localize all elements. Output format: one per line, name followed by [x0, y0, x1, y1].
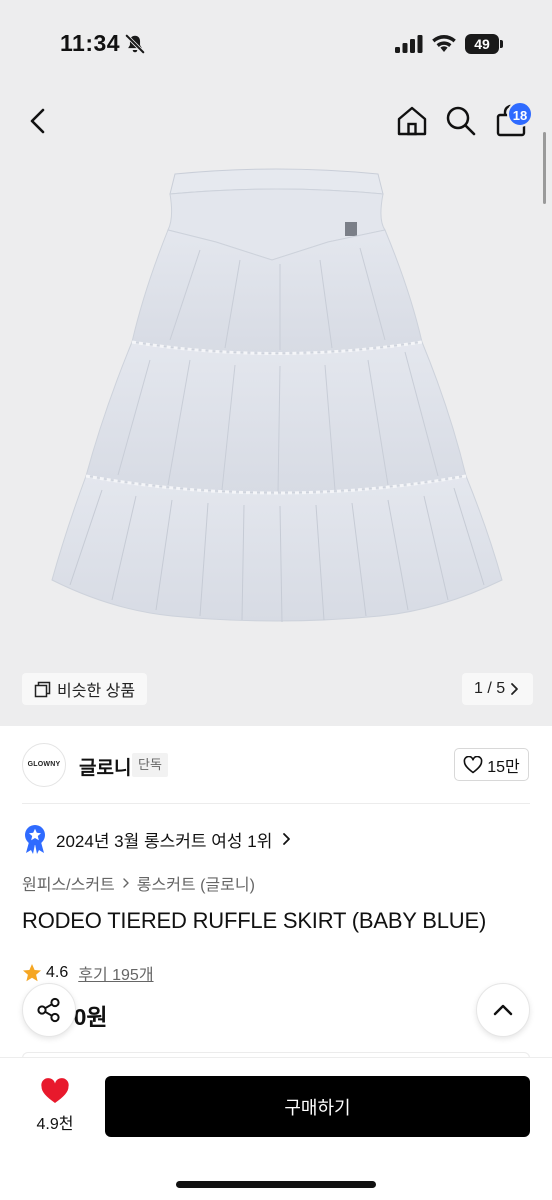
similar-products-button[interactable]: 비슷한 상품	[22, 673, 148, 705]
home-indicator	[176, 1181, 376, 1188]
bell-slash-icon	[125, 34, 145, 54]
similar-products-label: 비슷한 상품	[57, 683, 136, 700]
rating-row: 4.6 후기 195개	[22, 961, 154, 985]
cellular-signal-icon	[395, 35, 423, 53]
battery-level: 49	[465, 34, 499, 54]
wishlist-button[interactable]: 4.9천	[25, 1078, 85, 1138]
chevron-right-icon	[123, 878, 129, 888]
product-title: RODEO TIERED RUFFLE SKIRT (BABY BLUE)	[22, 908, 487, 933]
page-indicator-text: 1 / 5	[474, 680, 506, 697]
brand-like-count: 15만	[487, 758, 520, 776]
reviews-link[interactable]: 후기 195개	[78, 961, 153, 985]
chevron-right-icon	[511, 683, 519, 695]
ranking-text: 2024년 3월 롱스커트 여성 1위	[56, 831, 273, 851]
scroll-to-top-button[interactable]	[476, 983, 530, 1037]
wishlist-count: 4.9천	[36, 1116, 74, 1133]
battery-icon: 49	[465, 34, 503, 54]
brand-like-button[interactable]: 15만	[454, 748, 529, 781]
battery-tip	[500, 40, 503, 48]
share-button[interactable]	[22, 983, 76, 1037]
chevron-up-icon	[493, 1004, 513, 1016]
breadcrumb: 원피스/스커트 롱스커트 (글로니)	[22, 871, 255, 895]
divider	[22, 803, 530, 804]
breadcrumb-subcategory[interactable]: 롱스커트 (글로니)	[137, 871, 255, 895]
search-icon[interactable]	[444, 104, 478, 138]
status-time: 11:34	[60, 30, 121, 56]
cart-count-badge: 18	[507, 101, 533, 127]
wifi-icon	[432, 35, 456, 52]
skirt-photo[interactable]	[40, 160, 512, 630]
rating-value: 4.6	[46, 964, 69, 981]
ranking-link[interactable]: 2024년 3월 롱스커트 여성 1위	[22, 824, 292, 854]
ranking-medal-icon	[25, 825, 45, 854]
copy-icon	[34, 681, 51, 697]
chevron-right-icon	[283, 833, 291, 845]
heart-outline-icon	[463, 755, 483, 773]
scroll-indicator	[543, 132, 546, 204]
back-chevron-icon[interactable]	[24, 104, 54, 138]
brand-name[interactable]: 글로니	[79, 753, 131, 780]
exclusive-badge: 단독	[132, 753, 168, 777]
breadcrumb-category[interactable]: 원피스/스커트	[22, 871, 115, 895]
brand-logo[interactable]: GLOWNY	[22, 743, 66, 787]
home-icon[interactable]	[395, 104, 429, 138]
status-bar: 11:34 49	[0, 0, 552, 90]
buy-button[interactable]: 구매하기	[105, 1076, 530, 1137]
star-icon	[23, 964, 41, 982]
share-icon	[37, 997, 60, 1023]
heart-filled-icon	[41, 1078, 69, 1103]
image-page-indicator[interactable]: 1 / 5	[462, 673, 534, 705]
